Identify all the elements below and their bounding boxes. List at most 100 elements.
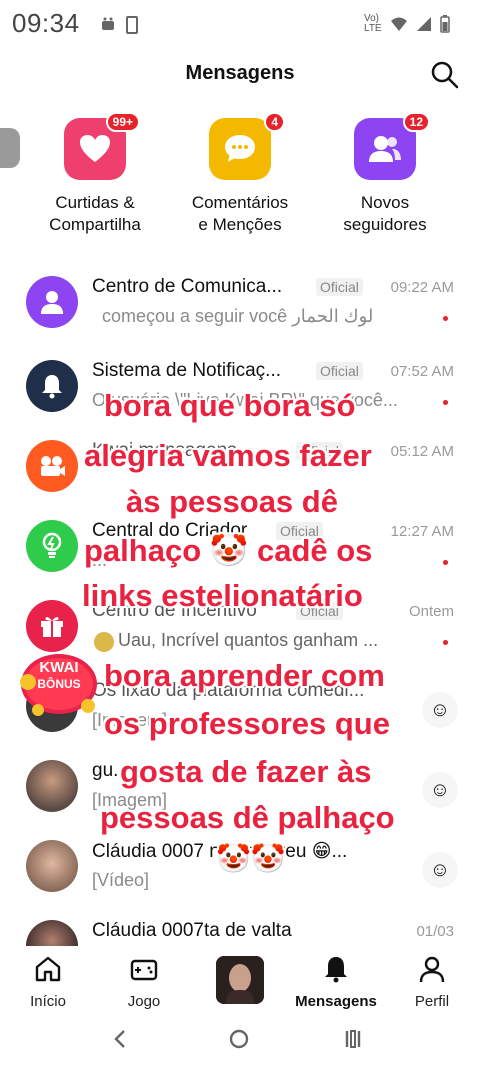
message-row[interactable]: Centro de Comunica... Oficial 09:22 AM c…: [0, 268, 480, 350]
back-icon[interactable]: [106, 1026, 136, 1052]
message-row[interactable]: Sistema de Notificaç... Oficial 07:52 AM…: [0, 352, 480, 434]
nav-label: Jogo: [127, 993, 161, 1010]
gamepad-icon: [130, 959, 158, 981]
message-time: Ontem: [408, 603, 454, 620]
category-label-line1: Comentários: [191, 193, 289, 212]
comments-badge: 4: [264, 112, 285, 132]
message-preview: começou a seguir você لوك الحمار: [102, 306, 374, 326]
message-time: 09:22 AM: [390, 279, 454, 296]
unread-dot: [443, 640, 448, 645]
category-label-line1: Novos: [360, 193, 410, 212]
signal-icon: [417, 17, 431, 31]
avatar: [26, 360, 78, 412]
home-icon: [35, 956, 61, 982]
search-icon[interactable]: [430, 60, 460, 90]
message-row[interactable]: gu... [Imagem] ☺: [0, 752, 480, 834]
users-icon: [369, 136, 401, 162]
wifi-icon: [391, 17, 407, 31]
nav-profile[interactable]: Perfil: [384, 954, 480, 1010]
message-sender: Kwai mensagens: [92, 440, 237, 461]
message-preview: ...: [92, 550, 108, 570]
message-time: 01/03: [416, 923, 454, 940]
category-followers[interactable]: 12 Novos seguidores: [320, 112, 450, 236]
nav-label: Perfil: [414, 993, 450, 1010]
chat-bubble-icon: [225, 135, 255, 162]
followers-badge: 12: [402, 112, 430, 132]
category-label-line2: seguidores: [343, 215, 427, 234]
heart-icon: [80, 135, 110, 162]
message-sender: gu...: [92, 760, 129, 781]
message-row[interactable]: Cláudia 0007 não morreu 😁... [Vídeo] ☺: [0, 832, 480, 914]
bell-icon: [325, 957, 347, 983]
followers-tile: 12: [354, 112, 430, 180]
bonus-line1: KWAI: [39, 659, 79, 676]
message-preview: [Vídeo]: [92, 870, 150, 890]
official-tag: Oficial: [276, 522, 323, 540]
comments-tile: 4: [209, 112, 285, 180]
message-time: 07:52 AM: [390, 363, 454, 380]
category-label: Comentários e Menções: [175, 192, 305, 236]
message-sender: Sistema de Notificaç...: [92, 360, 282, 381]
category-label-line1: Curtidas &: [55, 193, 135, 212]
message-sender: Central do Criador: [92, 520, 248, 541]
partial-icon-edge: [0, 128, 20, 168]
system-nav-bar: [0, 1014, 480, 1066]
sticker-icon[interactable]: ☺: [422, 852, 458, 888]
category-label-line2: Compartilha: [49, 215, 141, 234]
avatar: [26, 760, 78, 812]
message-sender: Centro de Incentivo: [92, 600, 257, 621]
person-icon: [41, 291, 63, 314]
sticker-icon[interactable]: ☺: [422, 692, 458, 728]
home-circle-icon[interactable]: [224, 1026, 254, 1052]
bonus-line2: BÔNUS: [37, 677, 81, 691]
network-label: Vo) LTE: [364, 13, 382, 34]
page-title: Mensagens: [185, 62, 295, 84]
message-row[interactable]: Cláudia 0007ta de valta 01/03 [...]: [0, 912, 480, 946]
official-tag: Oficial: [316, 278, 363, 296]
nav-messages[interactable]: Mensagens: [288, 954, 384, 1010]
category-comments[interactable]: 4 Comentários e Menções: [175, 112, 305, 236]
avatar: [26, 840, 78, 892]
sticker-icon[interactable]: ☺: [422, 772, 458, 808]
profile-avatar[interactable]: [216, 956, 264, 1004]
message-preview: O usuário \"Live Kwai BR\" que você...: [92, 390, 398, 410]
bulb-icon: [42, 532, 62, 558]
status-time: 09:34: [12, 8, 80, 38]
sim-card-icon: [126, 16, 138, 34]
bonus-badge-text: KWAI BÔNUS: [18, 660, 100, 692]
message-list[interactable]: Centro de Comunica... Oficial 09:22 AM c…: [0, 262, 480, 946]
likes-badge: 99+: [105, 112, 140, 132]
category-label-line2: e Menções: [198, 215, 282, 234]
avatar: [26, 600, 78, 652]
category-label: Curtidas & Compartilha: [30, 192, 160, 236]
person-icon: [419, 956, 445, 983]
unread-dot: [443, 316, 448, 321]
category-likes[interactable]: 99+ Curtidas & Compartilha: [30, 112, 160, 236]
official-tag: Oficial: [296, 442, 343, 460]
header: Mensagens: [0, 52, 480, 96]
status-bar: 09:34 Vo) LTE: [0, 0, 480, 48]
avatar: [26, 440, 78, 492]
message-preview: [Imagem]: [92, 790, 168, 810]
nav-game[interactable]: Jogo: [96, 954, 192, 1010]
nav-label: Início: [30, 993, 66, 1010]
avatar-photo: [216, 956, 264, 1004]
status-right-icons: Vo) LTE: [364, 14, 450, 34]
message-sender: Os lixão da plataforma comedi...: [92, 680, 365, 701]
recents-icon[interactable]: [338, 1026, 368, 1052]
message-row[interactable]: Kwai mensagens Oficial 05:12 AM: [0, 432, 480, 514]
official-tag: Oficial: [296, 602, 343, 620]
likes-tile: 99+: [64, 112, 140, 180]
message-row[interactable]: Central do Criador Oficial 12:27 AM ...: [0, 512, 480, 594]
camera-icon: [41, 456, 65, 476]
category-label: Novos seguidores: [320, 192, 450, 236]
android-icon: [102, 17, 114, 30]
battery-icon: [440, 15, 450, 33]
nav-label: Mensagens: [295, 993, 377, 1010]
nav-home[interactable]: Início: [0, 954, 96, 1010]
kwai-bonus-badge[interactable]: KWAI BÔNUS: [18, 648, 100, 718]
unread-dot: [443, 560, 448, 565]
message-sender: Cláudia 0007ta de valta: [92, 920, 292, 941]
avatar: [26, 276, 78, 328]
message-sender: Cláudia 0007 não morreu 😁...: [92, 841, 348, 862]
